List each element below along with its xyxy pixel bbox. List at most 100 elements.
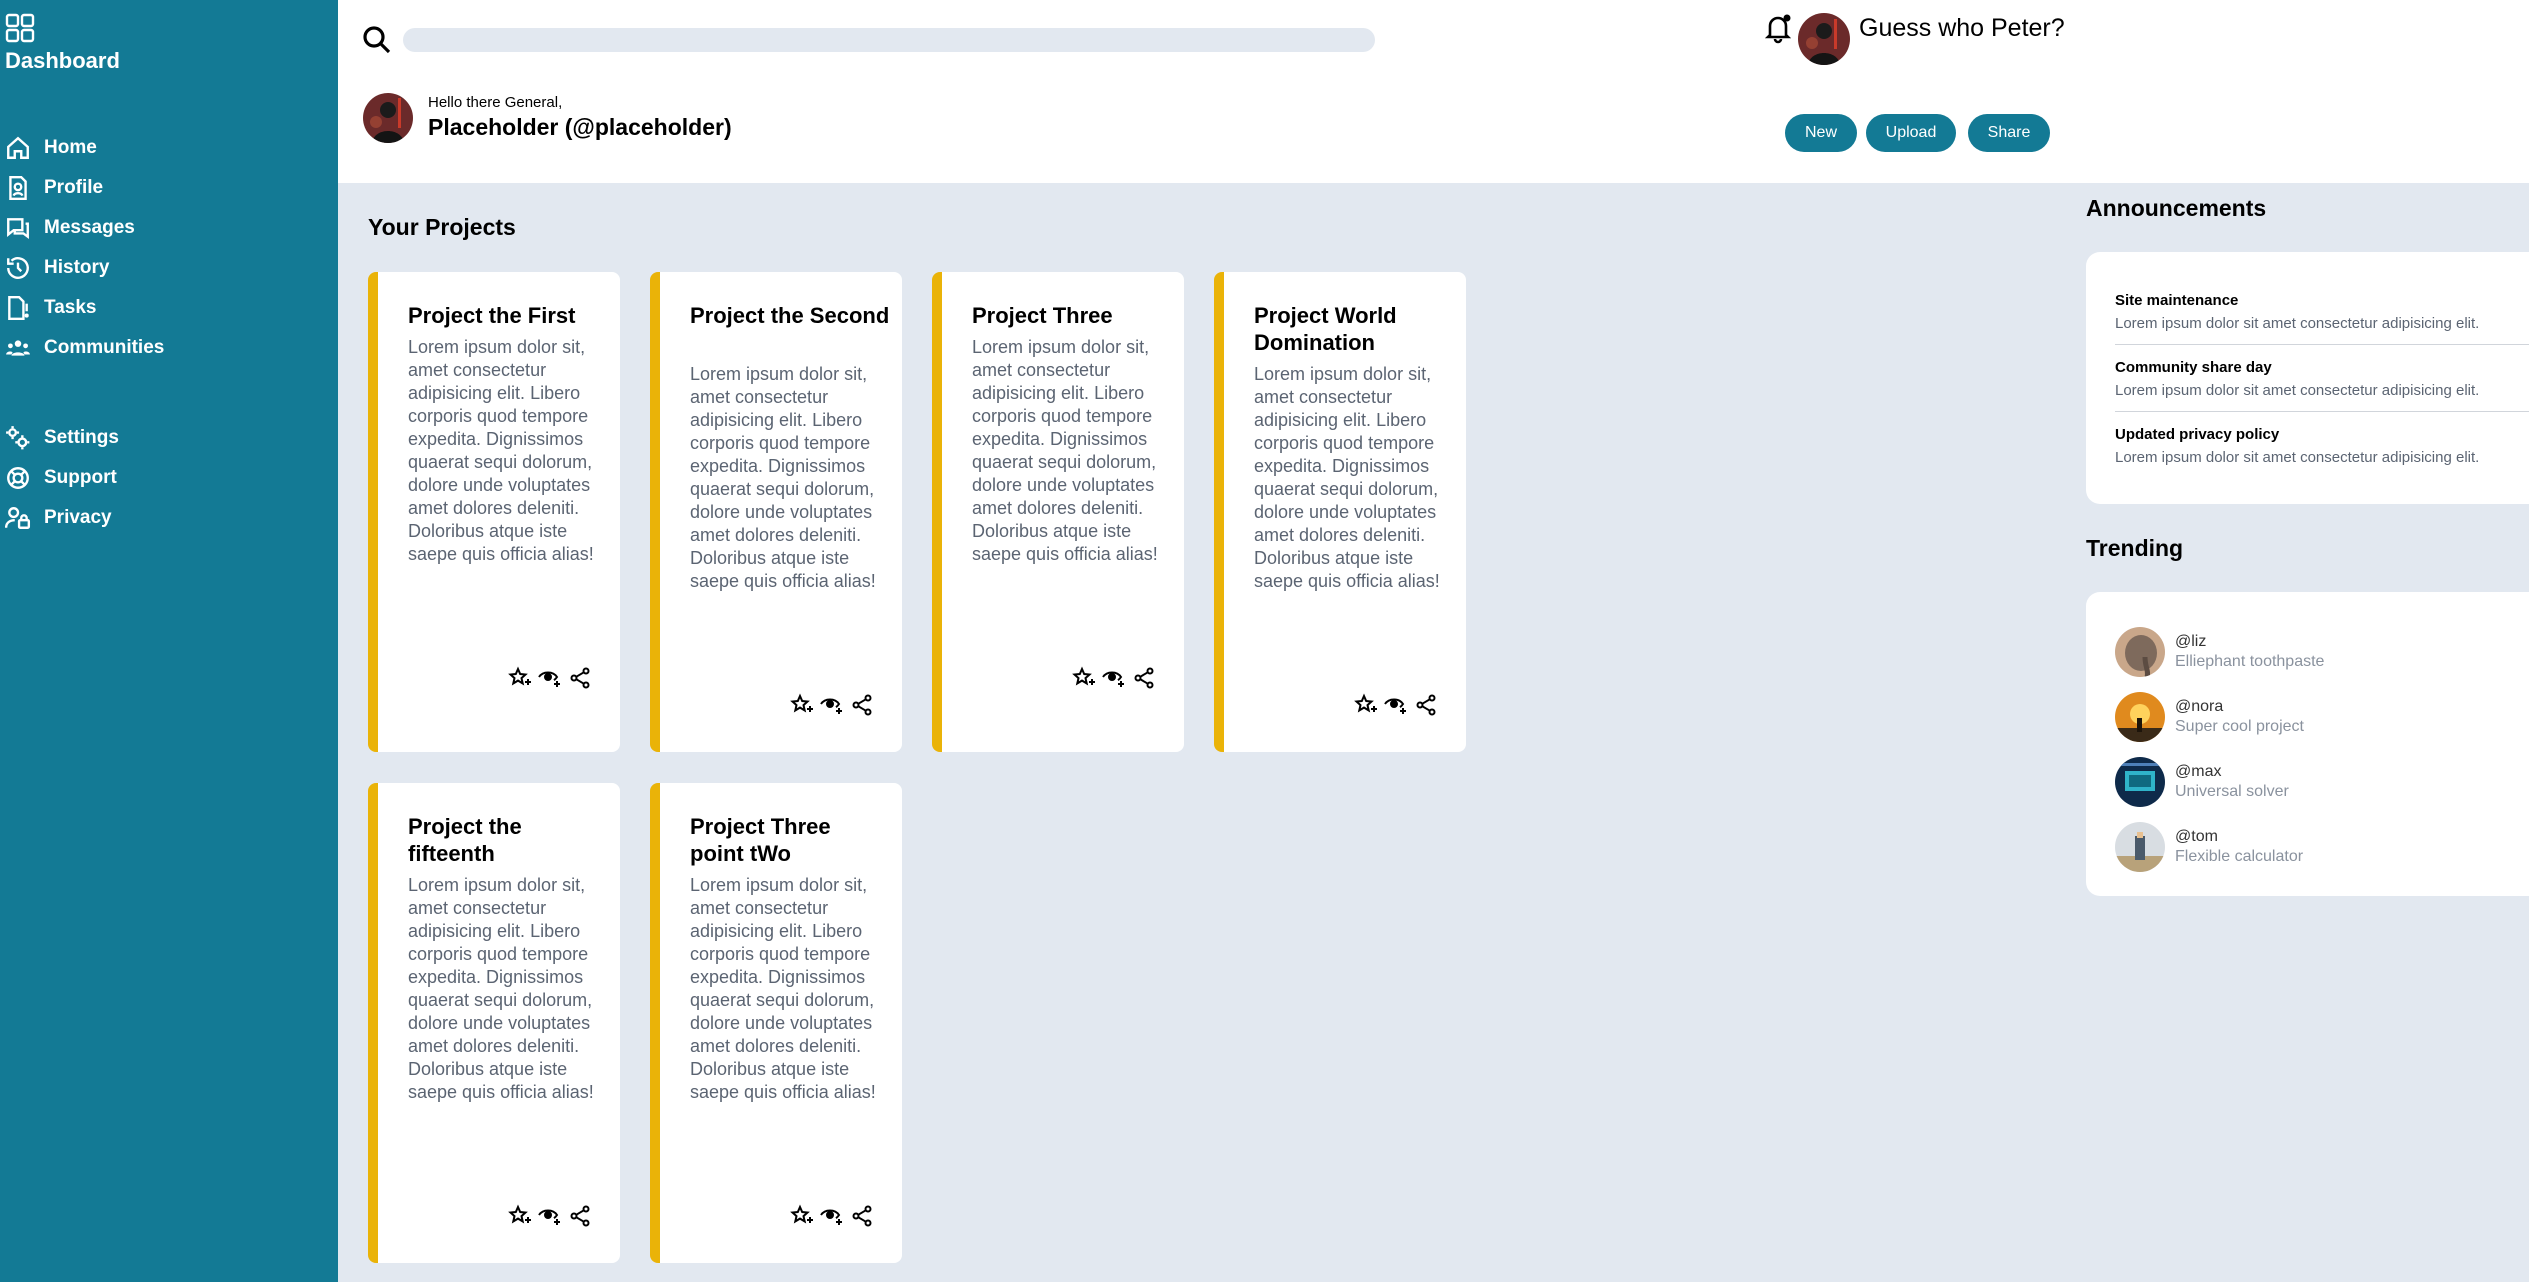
project-title: Project the Second xyxy=(690,303,890,328)
trending-handle: @max xyxy=(2175,762,2222,780)
trending-handle: @liz xyxy=(2175,632,2207,650)
project-card[interactable]: Project the Second Lorem ipsum dolor sit… xyxy=(650,272,902,752)
announcement-item[interactable]: Site maintenance Lorem ipsum dolor sit a… xyxy=(2115,292,2529,345)
trending-desc: Flexible calculator xyxy=(2175,847,2304,865)
notification-bell-icon[interactable] xyxy=(1762,12,1794,44)
share-icon[interactable] xyxy=(1132,666,1156,690)
sidebar-item-home[interactable]: Home xyxy=(0,128,338,168)
share-icon[interactable] xyxy=(568,666,592,690)
star-icon[interactable] xyxy=(508,1204,532,1228)
username[interactable]: Guess who Peter? xyxy=(1859,14,2065,43)
project-actions xyxy=(1354,693,1438,717)
user-avatar[interactable] xyxy=(363,93,413,143)
announcement-item[interactable]: Updated privacy policy Lorem ipsum dolor… xyxy=(2115,426,2529,478)
trending-item[interactable]: @nora Super cool project xyxy=(2115,684,2529,749)
announcement-item[interactable]: Community share day Lorem ipsum dolor si… xyxy=(2115,359,2529,412)
project-title: Project the fifteenth xyxy=(408,814,522,866)
watch-icon[interactable] xyxy=(1102,666,1126,690)
avatar xyxy=(2115,821,2165,872)
project-title: Project the First xyxy=(408,303,576,328)
header: Guess who Peter? Hello there General, Pl… xyxy=(338,0,2529,183)
watch-icon[interactable] xyxy=(1384,693,1408,717)
sidebar-nav: Home Profile Messages History Tasks Comm… xyxy=(0,128,338,538)
project-card[interactable]: Project the First Lorem ipsum dolor sit,… xyxy=(368,272,620,752)
new-button[interactable]: New xyxy=(1785,114,1857,152)
communities-icon xyxy=(4,334,32,362)
announcement-text: Lorem ipsum dolor sit amet consectetur a… xyxy=(2115,449,2480,466)
project-title: Project World Domination xyxy=(1254,303,1397,355)
sidebar-item-tasks[interactable]: Tasks xyxy=(0,288,338,328)
sidebar-item-support[interactable]: Support xyxy=(0,458,338,498)
star-icon[interactable] xyxy=(1354,693,1378,717)
brand-title: Dashboard xyxy=(5,48,120,73)
sidebar-item-profile[interactable]: Profile xyxy=(0,168,338,208)
watch-icon[interactable] xyxy=(820,693,844,717)
sidebar-item-settings[interactable]: Settings xyxy=(0,418,338,458)
sidebar-item-privacy[interactable]: Privacy xyxy=(0,498,338,538)
project-actions xyxy=(508,1204,592,1228)
avatar xyxy=(2115,756,2165,807)
announcements-heading: Announcements xyxy=(2086,195,2267,221)
sidebar: Dashboard Home Profile Messages History xyxy=(0,0,338,1282)
star-icon[interactable] xyxy=(508,666,532,690)
trending-panel: @liz Elliephant toothpaste @nora Super c… xyxy=(2086,592,2529,896)
trending-heading: Trending xyxy=(2086,535,2184,561)
star-icon[interactable] xyxy=(1072,666,1096,690)
sidebar-item-history[interactable]: History xyxy=(0,248,338,288)
user-handle: Placeholder (@placeholder) xyxy=(428,114,732,140)
greeting: Hello there General, xyxy=(428,94,563,111)
trending-item[interactable]: @max Universal solver xyxy=(2115,749,2529,814)
project-card[interactable]: Project World Domination Lorem ipsum dol… xyxy=(1214,272,1466,752)
project-description: Lorem ipsum dolor sit, amet consectetur … xyxy=(1254,364,1440,591)
project-card[interactable]: Project the fifteenth Lorem ipsum dolor … xyxy=(368,783,620,1263)
brand[interactable]: Dashboard xyxy=(5,12,120,74)
dashboard-icon xyxy=(5,13,35,43)
sidebar-item-label: Settings xyxy=(44,427,119,448)
upload-button[interactable]: Upload xyxy=(1866,114,1956,152)
project-actions xyxy=(790,1204,874,1228)
trending-desc: Universal solver xyxy=(2175,782,2289,800)
messages-icon xyxy=(4,214,32,242)
avatar[interactable] xyxy=(1798,13,1850,65)
project-description: Lorem ipsum dolor sit, amet consectetur … xyxy=(690,875,876,1102)
project-card[interactable]: Project Three point tWo Lorem ipsum dolo… xyxy=(650,783,902,1263)
share-icon[interactable] xyxy=(568,1204,592,1228)
trending-desc: Elliephant toothpaste xyxy=(2175,652,2325,670)
sidebar-item-label: Tasks xyxy=(44,297,97,318)
share-button[interactable]: Share xyxy=(1968,114,2050,152)
watch-icon[interactable] xyxy=(820,1204,844,1228)
share-icon[interactable] xyxy=(850,1204,874,1228)
project-card[interactable]: Project Three Lorem ipsum dolor sit, ame… xyxy=(932,272,1184,752)
trending-handle: @nora xyxy=(2175,697,2224,715)
avatar xyxy=(2115,626,2165,677)
search-icon[interactable] xyxy=(361,24,393,56)
project-title: Project Three xyxy=(972,303,1113,328)
share-icon[interactable] xyxy=(850,693,874,717)
trending-handle: @tom xyxy=(2175,827,2218,845)
project-description: Lorem ipsum dolor sit, amet consectetur … xyxy=(408,337,594,564)
search-input[interactable] xyxy=(403,28,1375,52)
trending-item[interactable]: @tom Flexible calculator xyxy=(2115,814,2529,879)
sidebar-item-communities[interactable]: Communities xyxy=(0,328,338,368)
project-description: Lorem ipsum dolor sit, amet consectetur … xyxy=(690,364,876,591)
share-icon[interactable] xyxy=(1414,693,1438,717)
projects-heading: Your Projects xyxy=(368,214,516,240)
star-icon[interactable] xyxy=(790,693,814,717)
watch-icon[interactable] xyxy=(538,1204,562,1228)
avatar xyxy=(2115,691,2165,742)
history-icon xyxy=(4,254,32,282)
home-icon xyxy=(4,134,32,162)
project-actions xyxy=(1072,666,1156,690)
sidebar-item-label: Support xyxy=(44,467,117,488)
trending-desc: Super cool project xyxy=(2175,717,2304,735)
sidebar-item-messages[interactable]: Messages xyxy=(0,208,338,248)
announcement-text: Lorem ipsum dolor sit amet consectetur a… xyxy=(2115,315,2480,332)
announcement-title: Site maintenance xyxy=(2115,292,2239,309)
star-icon[interactable] xyxy=(790,1204,814,1228)
privacy-icon xyxy=(4,504,32,532)
project-actions xyxy=(790,693,874,717)
watch-icon[interactable] xyxy=(538,666,562,690)
trending-item[interactable]: @liz Elliephant toothpaste xyxy=(2115,619,2529,684)
announcement-text: Lorem ipsum dolor sit amet consectetur a… xyxy=(2115,382,2480,399)
